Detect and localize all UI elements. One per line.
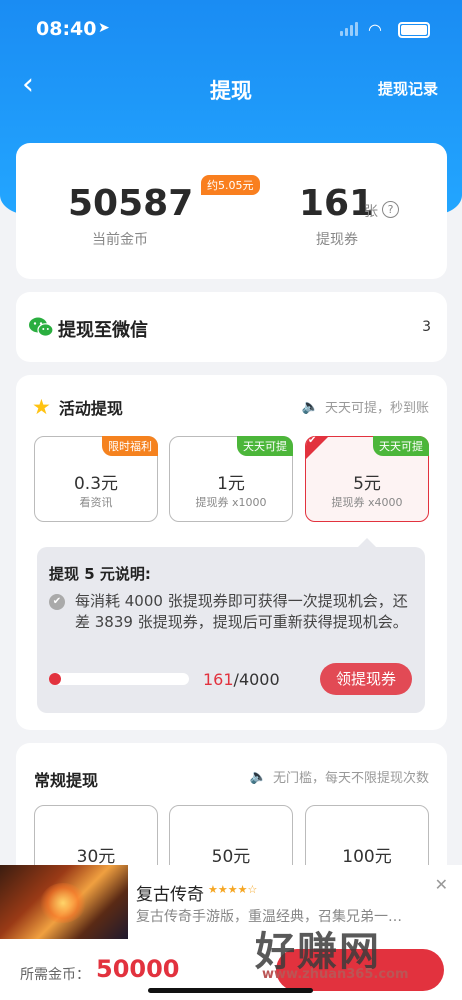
regular-note-text: 无门槛，每天不限提现次数: [272, 771, 429, 786]
ticket-count: 161: [299, 183, 375, 224]
ad-banner[interactable]: 复古传奇 ★★★★☆ 复古传奇手游版，重温经典，召集兄弟一… ✕: [0, 865, 462, 939]
battery-icon: [398, 22, 430, 38]
speaker-icon: 🔈: [249, 768, 267, 785]
check-icon: ✔: [308, 435, 317, 446]
speaker-icon: 🔈: [301, 398, 319, 415]
option-sub: 提现券 x1000: [195, 496, 267, 509]
required-coins-label: 所需金币：: [20, 967, 90, 983]
ad-thumbnail: [0, 865, 128, 939]
wechat-title: 提现至微信: [58, 320, 148, 341]
option-amount: 1元: [217, 474, 245, 494]
withdraw-record-link[interactable]: 提现记录: [378, 78, 438, 99]
withdraw-explanation: 提现 5 元说明: ✔ 每消耗 4000 张提现券即可获得一次提现机会，还差 3…: [37, 538, 425, 713]
coin-balance-label: 当前金币: [92, 232, 148, 248]
watermark-url: www.zhuan365.com: [262, 967, 409, 982]
activity-note-text: 天天可提，秒到账: [324, 401, 429, 416]
option-tag: 限时福利: [102, 436, 158, 456]
option-amount: 50元: [211, 847, 251, 867]
activity-title: 活动提现: [58, 399, 123, 418]
option-0-3-yuan[interactable]: 限时福利 0.3元 看资讯: [34, 436, 158, 522]
option-tag: 天天可提: [237, 436, 293, 456]
progress-total: /4000: [233, 670, 280, 689]
activity-note: 🔈 天天可提，秒到账: [301, 397, 429, 417]
pointer-arrow: [357, 538, 377, 548]
wechat-count: 3: [422, 319, 431, 335]
regular-note: 🔈 无门槛，每天不限提现次数: [249, 767, 429, 787]
ticket-unit: 张: [364, 204, 378, 220]
check-circle-icon: ✔: [49, 594, 65, 610]
withdraw-to-wechat-row[interactable]: 提现至微信 3: [16, 292, 447, 362]
option-amount: 100元: [342, 847, 392, 867]
explanation-text: 每消耗 4000 张提现券即可获得一次提现机会，还差 3839 张提现券，提现后…: [75, 592, 408, 631]
option-1-yuan[interactable]: 天天可提 1元 提现券 x1000: [169, 436, 293, 522]
close-icon[interactable]: ✕: [435, 875, 448, 894]
approx-value-badge: 约5.05元: [201, 175, 260, 195]
option-sub: 看资讯: [79, 496, 113, 509]
status-bar: 08:40 ➤ ◠: [0, 0, 462, 60]
activity-withdraw-section: ★ 活动提现 🔈 天天可提，秒到账 限时福利 0.3元 看资讯 天天可提 1元 …: [16, 375, 447, 730]
balance-card: 50587 约5.05元 当前金币 161 张 ? 提现券: [16, 143, 447, 279]
wechat-icon: [29, 317, 54, 337]
required-coins-value: 50000: [96, 955, 180, 983]
wifi-icon: ◠: [368, 20, 382, 39]
home-indicator: [148, 988, 313, 993]
progress-current: 161: [203, 670, 234, 689]
progress-text: 161/4000: [203, 670, 280, 689]
option-5-yuan-selected[interactable]: ✔ 天天可提 5元 提现券 x4000: [305, 435, 429, 522]
progress-fill: [49, 673, 61, 685]
activity-header: ★ 活动提现: [32, 395, 123, 419]
star-icon: ★: [32, 395, 51, 419]
status-time: 08:40: [36, 18, 97, 40]
ad-name: 复古传奇: [136, 885, 204, 905]
option-tag: 天天可提: [373, 436, 429, 456]
option-amount: 5元: [353, 474, 381, 494]
option-amount: 30元: [76, 847, 116, 867]
coin-balance: 50587: [68, 183, 194, 224]
ticket-label: 提现券: [316, 232, 358, 248]
progress-bar: [49, 673, 189, 685]
regular-title: 常规提现: [34, 771, 99, 790]
navigation-bar: ‹ 提现 提现记录: [0, 60, 462, 116]
help-icon[interactable]: ?: [382, 201, 399, 218]
explanation-title: 提现 5 元说明:: [49, 565, 151, 583]
option-amount: 0.3元: [73, 474, 119, 494]
rating-stars: ★★★★☆: [208, 883, 258, 896]
cellular-signal-icon: [340, 22, 358, 36]
option-sub: 提现券 x4000: [331, 496, 403, 509]
location-icon: ➤: [98, 20, 110, 36]
get-tickets-button[interactable]: 领提现券: [320, 663, 412, 695]
